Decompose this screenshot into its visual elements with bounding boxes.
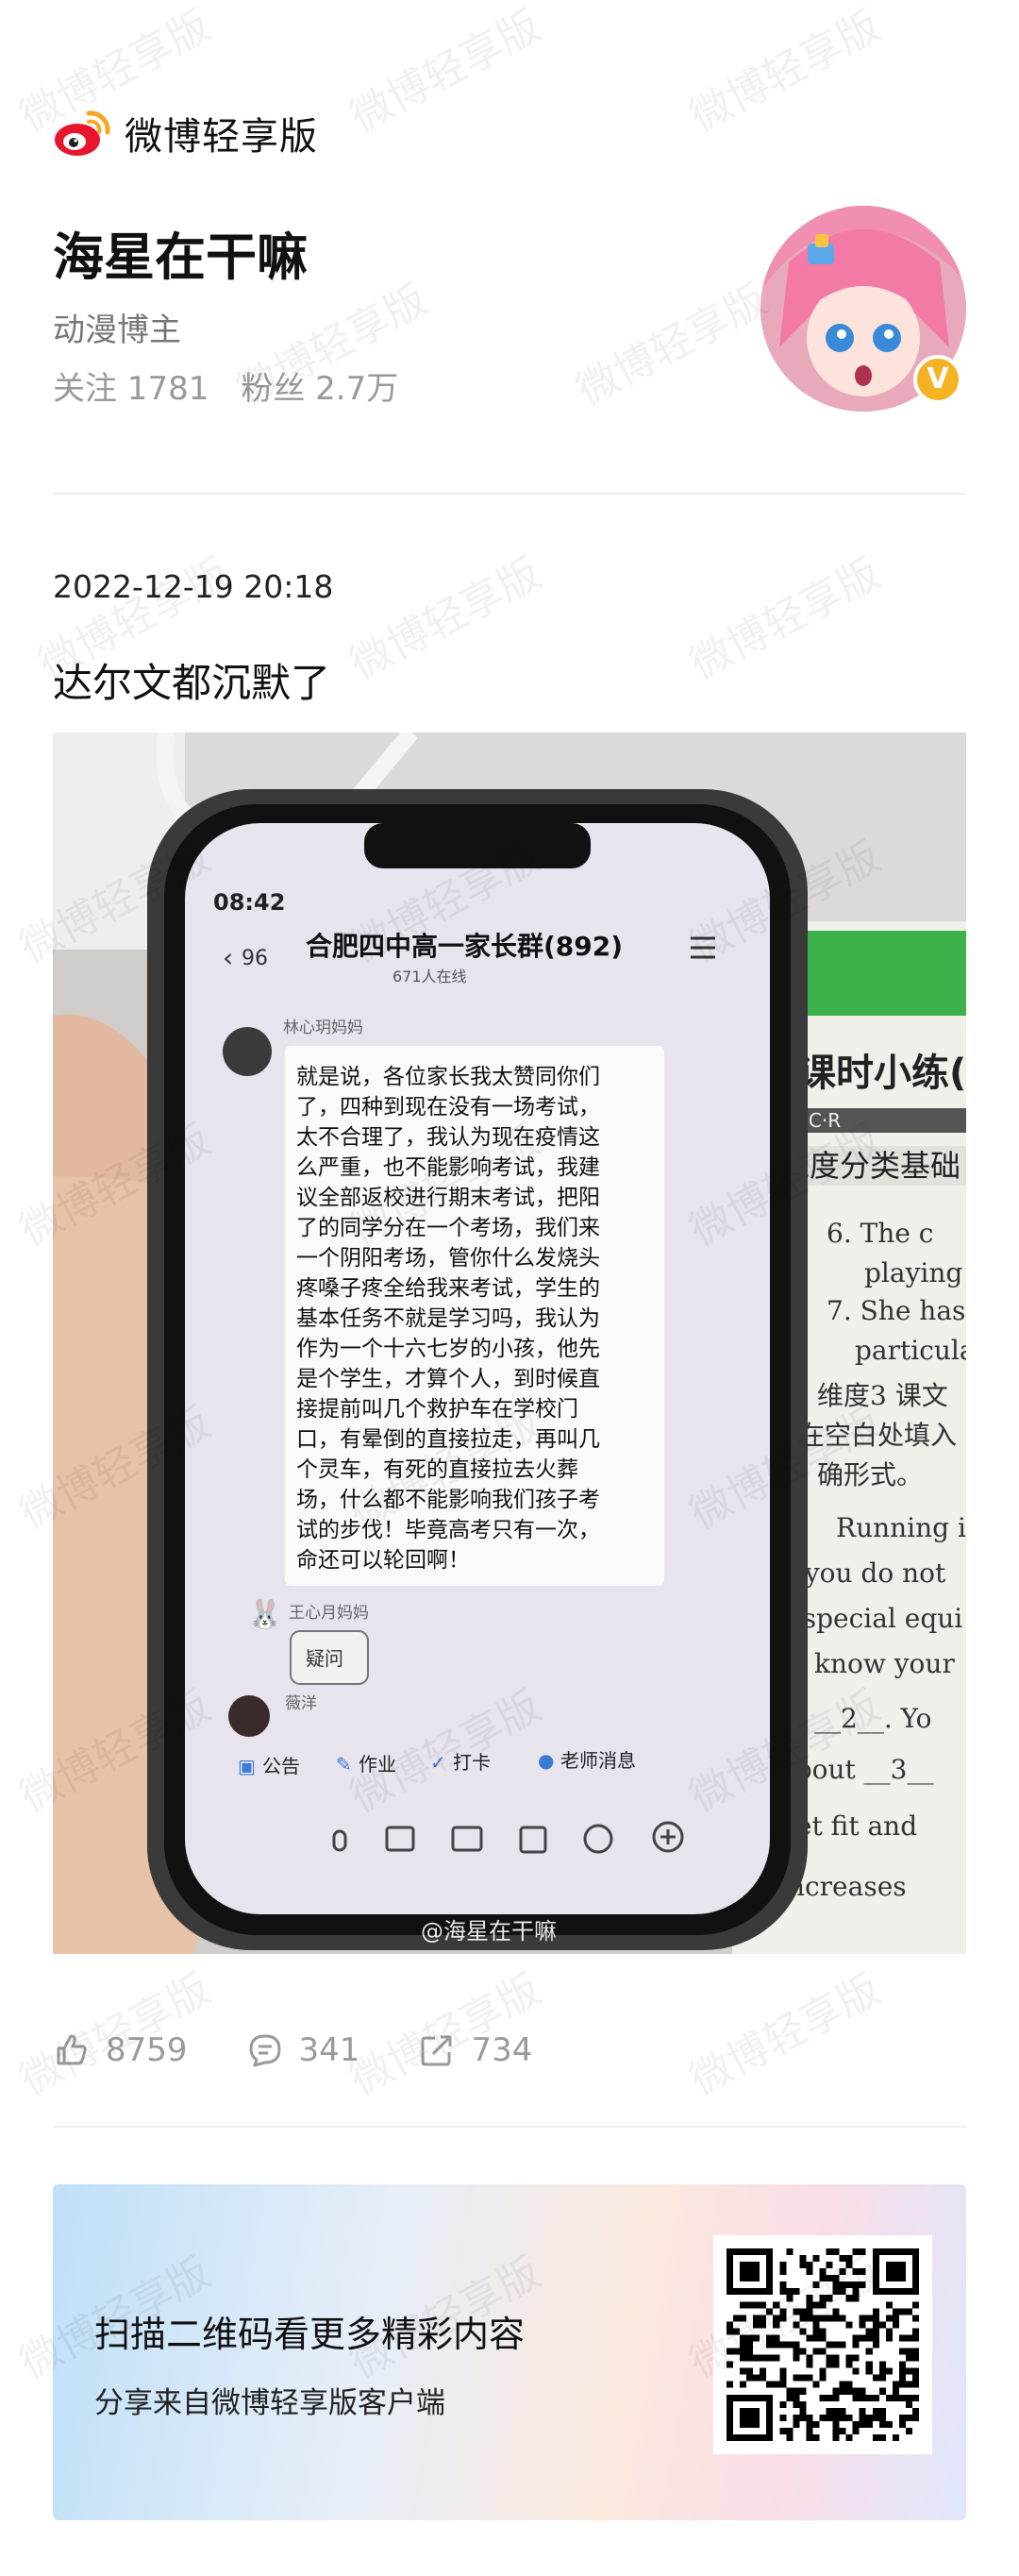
verified-badge: V: [913, 355, 962, 404]
group-title: 合肥四中高一家长群(892): [306, 931, 623, 962]
like-count: 8759: [106, 2031, 188, 2069]
message-line: 就是说，各位家长我太赞同你们: [296, 1065, 600, 1089]
like-button[interactable]: 8759: [53, 2031, 188, 2069]
tab-checkin: 打卡: [453, 1751, 491, 1774]
book-line: 在空白处填入: [798, 1420, 957, 1451]
qr-code[interactable]: [713, 2235, 932, 2454]
weibo-logo-icon: [55, 110, 110, 156]
tab-icon: ●: [538, 1749, 554, 1772]
watermark: 微博轻享版: [682, 548, 889, 690]
following-count[interactable]: 关注 1781: [53, 362, 209, 409]
sender-name: 王心月妈妈: [289, 1604, 369, 1623]
message-line: 作为一个十六七岁的小孩，他先: [296, 1337, 600, 1361]
avatar[interactable]: V: [760, 206, 966, 412]
image-watermark: @海星在干嘛: [421, 1918, 557, 1945]
phone-photo: 课时小练(九 M·I·C·R 维度分类基础 6. The c playing 7…: [53, 732, 966, 1954]
watermark: 微博轻享版: [682, 1, 889, 143]
book-line: 维度3 课文: [817, 1380, 948, 1411]
back-chevron-icon: ‹: [223, 942, 233, 973]
watermark: 微博轻享版: [682, 1964, 889, 2106]
message-line: 命还可以轮回啊！: [296, 1548, 470, 1573]
sticker-text: 疑问: [306, 1647, 343, 1670]
profile-role: 动漫博主: [53, 311, 181, 349]
message-line: 一个阴阳考场，管你什么发烧头: [296, 1246, 600, 1271]
message-line: 疼嗓子疼全给我来考试，学生的: [296, 1276, 600, 1301]
message-line: 试的步伐！毕竟高考只有一次，: [296, 1518, 600, 1542]
sender-avatar: [228, 1695, 270, 1737]
book-title: 课时小练(九: [798, 1052, 966, 1095]
app-brand: 微博轻享版: [53, 106, 318, 160]
sender-name: 薇洋: [285, 1694, 317, 1713]
comment-count: 341: [298, 2031, 360, 2069]
post-timestamp: 2022-12-19 20:18: [53, 568, 334, 605]
book-line: 7. She has: [827, 1295, 965, 1326]
sender-avatar: [223, 1027, 272, 1076]
tab-icon: ✎: [336, 1753, 352, 1776]
book-line: playing: [864, 1257, 962, 1288]
tab-homework: 作业: [359, 1753, 396, 1776]
tab-notice: 公告: [262, 1755, 300, 1777]
message-line: 是个学生，才算个人，到时候直: [296, 1367, 600, 1391]
message-line: 了的同学分在一个考场，我们来: [296, 1216, 600, 1240]
book-line: 6. The c: [827, 1218, 933, 1249]
share-button[interactable]: 734: [418, 2031, 532, 2069]
message-line: 议全部返校进行期末考试，把阳: [296, 1186, 600, 1210]
message-line: 场，什么都不能影响我们孩子考: [296, 1488, 600, 1512]
profile-stats: 关注 1781 粉丝 2.7万: [53, 362, 398, 409]
phone-status-time: 08:42: [213, 889, 285, 916]
message-line: 了，四种到现在没有一场考试，: [296, 1095, 600, 1120]
brand-name: 微博轻享版: [125, 115, 318, 159]
message-line: 口，有晕倒的直接拉走，再叫几: [296, 1427, 600, 1452]
followers-count[interactable]: 粉丝 2.7万: [241, 362, 398, 409]
share-count: 734: [471, 2031, 533, 2069]
watermark: 微博轻享版: [342, 548, 549, 690]
message-line: 么严重，也不能影响考试，我建: [296, 1155, 600, 1180]
sticker-avatar-icon: 🐰: [247, 1597, 282, 1631]
message-line: 基本任务不就是学习吗，我认为: [296, 1306, 600, 1331]
watermark: 微博轻享版: [569, 275, 776, 416]
divider: [53, 2126, 966, 2128]
share-title: 扫描二维码看更多精彩内容: [94, 2314, 526, 2355]
book-line: 确形式。: [817, 1459, 923, 1490]
message-line: 太不合理了，我认为现在疫情这: [296, 1125, 600, 1150]
tab-icon: ✓: [430, 1751, 446, 1774]
post-text: 达尔文都沉默了: [53, 660, 331, 706]
qr-code-icon: [727, 2248, 919, 2441]
sender-name: 林心玥妈妈: [283, 1019, 363, 1037]
tab-icon: ▣: [238, 1755, 256, 1777]
online-count: 671人在线: [393, 968, 467, 985]
thumbs-up-icon: [57, 2034, 87, 2065]
post-image[interactable]: 课时小练(九 M·I·C·R 维度分类基础 6. The c playing 7…: [53, 732, 966, 1954]
divider: [53, 493, 966, 495]
share-card: 扫描二维码看更多精彩内容 分享来自微博轻享版客户端: [53, 2184, 966, 2520]
book-line: Running is: [836, 1512, 966, 1543]
watermark: 微博轻享版: [342, 1, 549, 143]
comment-button[interactable]: 341: [246, 2031, 360, 2069]
profile-name[interactable]: 海星在干嘛: [53, 215, 308, 290]
share-icon: [421, 2035, 452, 2066]
post-actions: 8759 341 734: [53, 2031, 591, 2069]
message-line: 接提前叫几个救护车在学校门: [296, 1397, 578, 1422]
book-line: particular: [855, 1335, 966, 1366]
share-subtitle: 分享来自微博轻享版客户端: [94, 2386, 445, 2420]
message-line: 个灵车，有死的直接拉去火葬: [296, 1457, 578, 1482]
comment-icon: [249, 2034, 281, 2067]
tab-teacher-msg: 老师消息: [560, 1749, 636, 1772]
back-count: 96: [242, 947, 268, 970]
